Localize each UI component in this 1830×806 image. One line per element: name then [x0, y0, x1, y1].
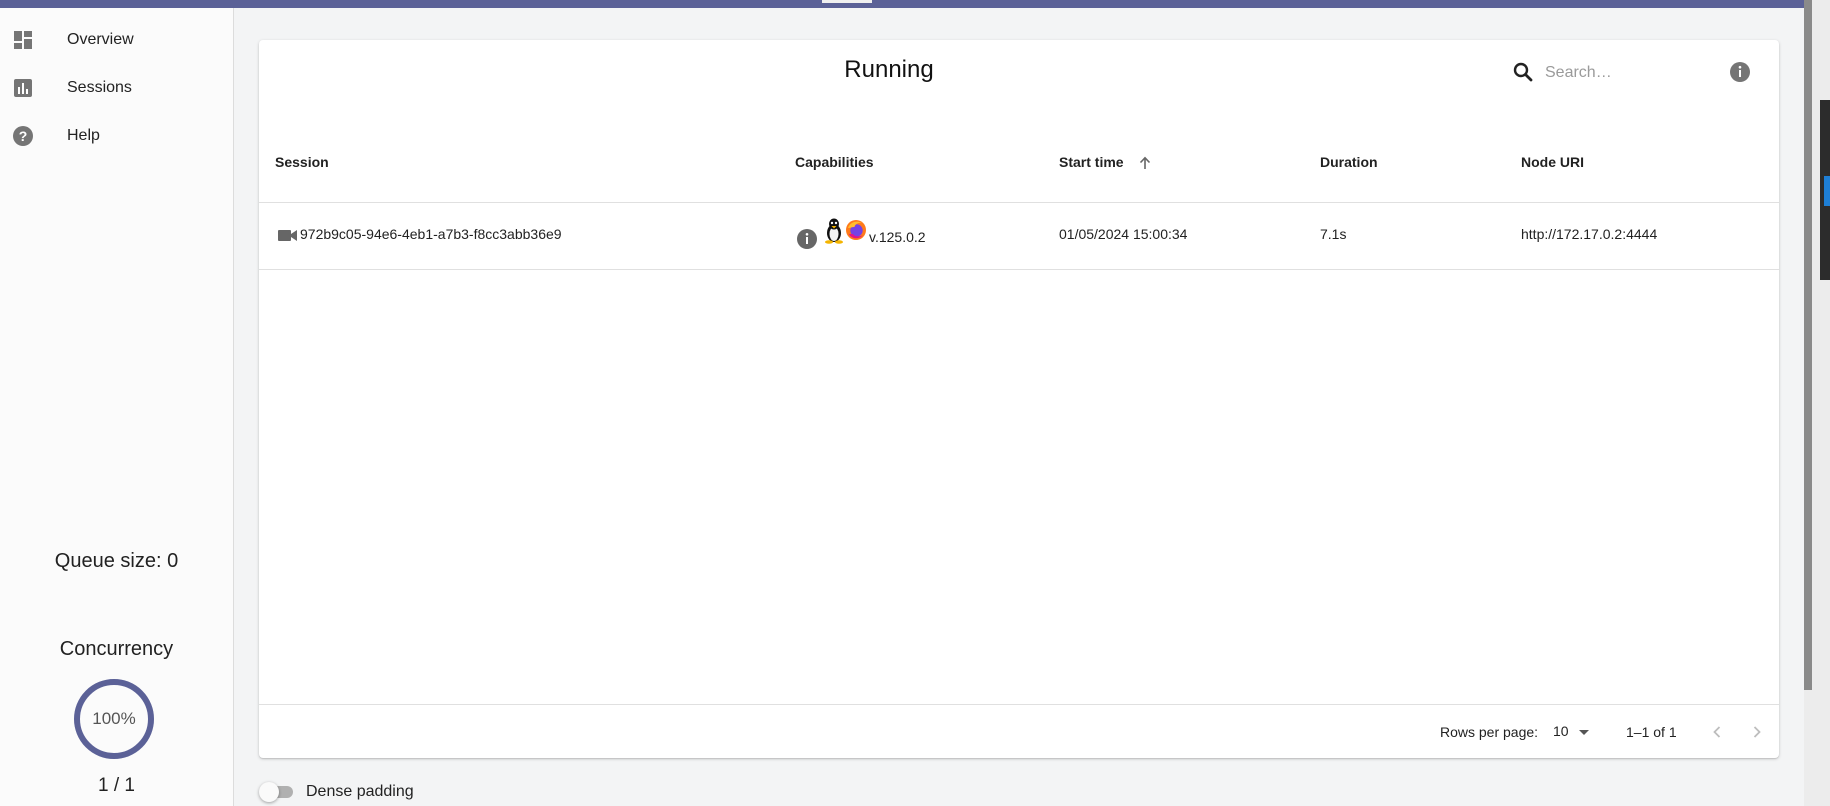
table-row[interactable]: 972b9c05-94e6-4eb1-a7b3-f8cc3abb36e9 v.1…: [259, 202, 1779, 270]
dense-padding-control: Dense padding: [259, 780, 459, 804]
concurrency-percent: 100%: [92, 709, 136, 728]
rows-per-page-label: Rows per page:: [1440, 724, 1539, 740]
rows-per-page-value: 10: [1553, 723, 1569, 739]
running-sessions-panel: Running Session Capabilities Start time …: [259, 40, 1779, 758]
queue-size: Queue size: 0: [54, 550, 179, 572]
column-header-start-time[interactable]: Start time: [1059, 154, 1124, 170]
firefox-icon: [845, 219, 867, 241]
sidebar-item-label: Overview: [67, 31, 134, 48]
info-icon[interactable]: [1728, 60, 1752, 84]
video-camera-icon[interactable]: [278, 226, 298, 244]
next-page-button[interactable]: [1745, 720, 1769, 744]
chevron-left-icon: [1713, 726, 1721, 738]
rows-per-page-select[interactable]: 10: [1553, 721, 1593, 743]
page-title: Running: [844, 56, 934, 83]
concurrency-title: Concurrency: [59, 638, 174, 660]
dashboard-icon: [12, 29, 34, 51]
table-pagination: Rows per page: 10 1–1 of 1: [259, 704, 1779, 759]
linux-icon: [823, 218, 845, 244]
dense-padding-label: Dense padding: [306, 783, 414, 800]
assessment-icon: [12, 77, 34, 99]
column-header-session[interactable]: Session: [275, 154, 329, 170]
sidebar: Overview Sessions ? Help Queue size: 0 C…: [0, 8, 234, 806]
duration: 7.1s: [1320, 226, 1347, 242]
svg-text:?: ?: [19, 128, 28, 144]
search-input[interactable]: [1543, 60, 1707, 86]
window-scrollbar[interactable]: [1804, 0, 1830, 806]
browser-version: v.125.0.2: [869, 229, 926, 245]
page-range: 1–1 of 1: [1626, 724, 1677, 740]
dense-padding-toggle[interactable]: [259, 782, 295, 802]
concurrency-count: 1 / 1: [98, 775, 135, 796]
search-icon: [1511, 60, 1535, 84]
sort-ascending-icon[interactable]: [1136, 154, 1154, 172]
table-header: Session Capabilities Start time Duration…: [259, 118, 1779, 203]
scrollbar-thumb[interactable]: [1804, 0, 1812, 690]
column-header-node-uri[interactable]: Node URI: [1521, 154, 1584, 170]
column-header-duration[interactable]: Duration: [1320, 154, 1378, 170]
previous-page-button[interactable]: [1705, 720, 1729, 744]
capabilities-info-icon[interactable]: [796, 228, 818, 250]
sidebar-item-sessions[interactable]: Sessions: [0, 66, 233, 110]
caret-down-icon: [1577, 725, 1591, 739]
background-window-accent: [1824, 176, 1830, 206]
node-uri: http://172.17.0.2:4444: [1521, 226, 1658, 242]
toggle-thumb: [259, 782, 279, 802]
tab-indicator: [822, 0, 872, 3]
session-id: 972b9c05-94e6-4eb1-a7b3-f8cc3abb36e9: [300, 226, 562, 242]
column-header-capabilities[interactable]: Capabilities: [795, 154, 874, 170]
sidebar-item-label: Sessions: [67, 79, 132, 96]
help-icon: ?: [12, 125, 34, 147]
sidebar-item-overview[interactable]: Overview: [0, 18, 233, 62]
chevron-right-icon: [1753, 726, 1761, 738]
start-time: 01/05/2024 15:00:34: [1059, 226, 1188, 242]
top-app-bar: [0, 0, 1830, 8]
sidebar-item-label: Help: [67, 127, 100, 144]
sidebar-item-help[interactable]: ? Help: [0, 114, 233, 158]
